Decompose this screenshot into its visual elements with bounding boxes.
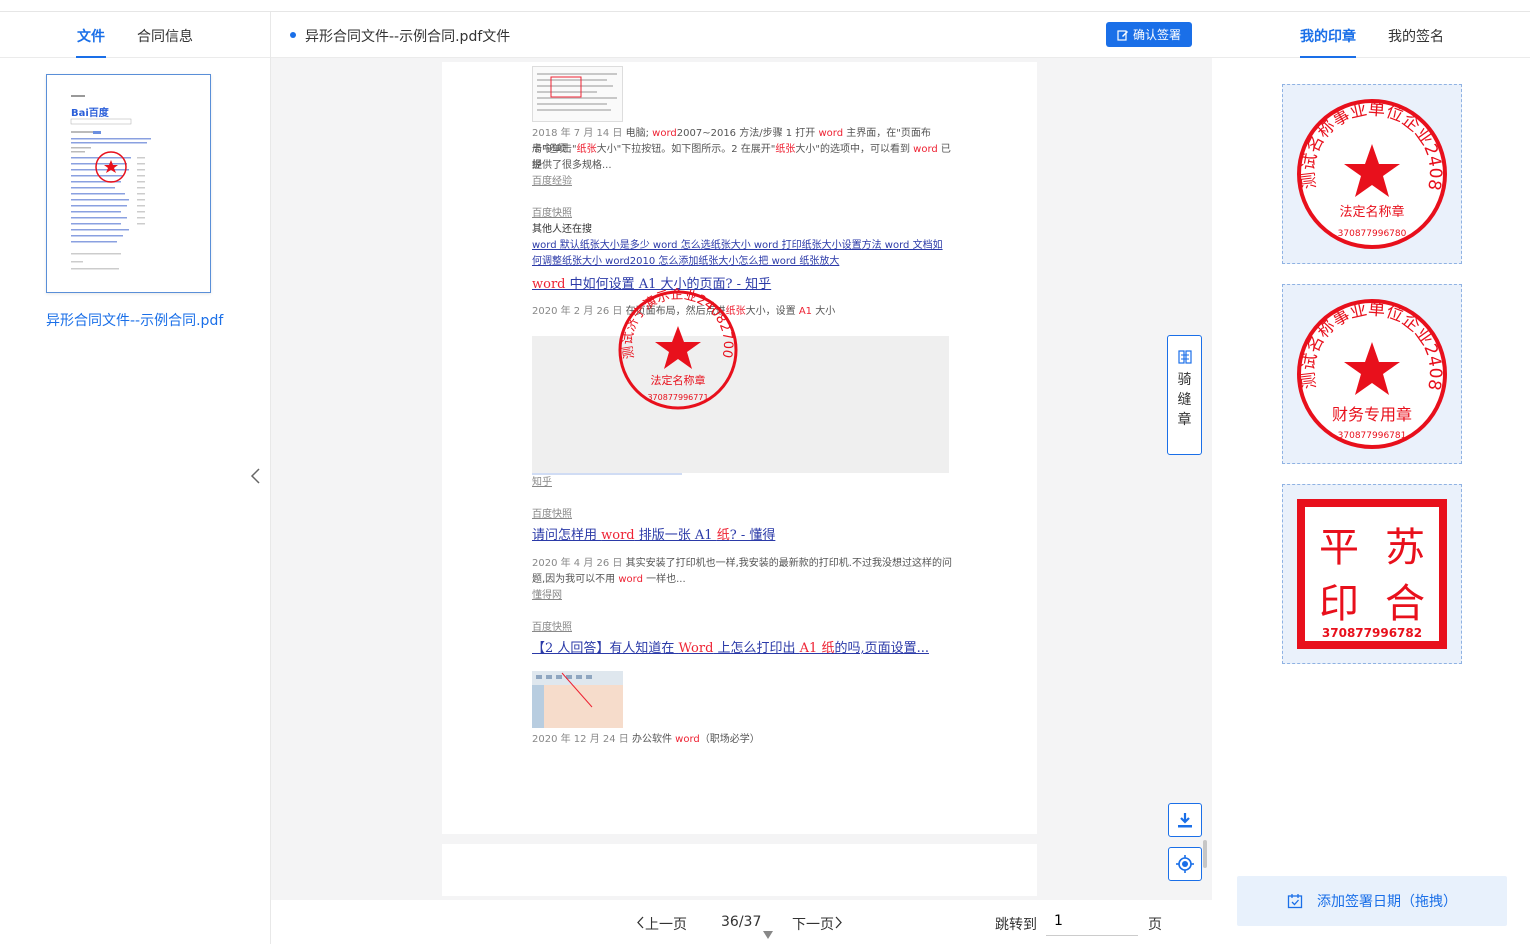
chevron-down-icon bbox=[763, 931, 773, 939]
seal-card-legal[interactable]: 测试名称事业单位企业2408270001 法定名称章 370877996780 bbox=[1282, 84, 1462, 264]
tab-contract-info[interactable]: 合同信息 bbox=[137, 26, 193, 46]
download-icon bbox=[1178, 813, 1192, 828]
result-dongde-snippet-2: 题,因为我可以不用 word 一样也... bbox=[532, 574, 686, 585]
result-word-a1-snippet: 2020 年 12 月 24 日 办公软件 word（职场必学） bbox=[532, 734, 760, 745]
finance-seal-number: 370877996781 bbox=[1338, 431, 1407, 441]
result-dongde-source[interactable]: 懂得网 bbox=[532, 588, 562, 604]
locate-icon bbox=[1176, 855, 1194, 873]
personal-seal-image: 苏 平 合 印 370877996782 bbox=[1297, 499, 1447, 649]
seal-panel-tabs: 我的印章 我的签名 bbox=[1212, 12, 1530, 58]
seal-card-personal[interactable]: 苏 平 合 印 370877996782 bbox=[1282, 484, 1462, 664]
next-page-label: 下一页 bbox=[792, 917, 834, 933]
next-document-page[interactable] bbox=[442, 844, 1037, 896]
result-title-dongde[interactable]: 请问怎样用 word 排版一张 A1 纸? - 懂得 bbox=[532, 528, 775, 544]
legal-seal-number: 370877996780 bbox=[1338, 229, 1407, 239]
finance-seal-image: 测试名称事业单位企业2408270001 财务专用章 370877996781 bbox=[1294, 296, 1447, 449]
riding-seal-char-2: 缝 bbox=[1177, 392, 1192, 408]
page-unit-label: 页 bbox=[1148, 917, 1162, 933]
riding-seal-button[interactable]: 骑 缝 章 bbox=[1167, 335, 1202, 455]
next-page-button[interactable]: 下一页 bbox=[792, 914, 843, 934]
result-title-word-a1[interactable]: 【2 人回答】有人知道在 Word 上怎么打印出 A1 纸的吗,页面设置... bbox=[532, 641, 929, 657]
collapse-toggle[interactable] bbox=[757, 918, 779, 944]
confirm-sign-label: 确认签署 bbox=[1132, 28, 1181, 42]
locate-button[interactable] bbox=[1168, 847, 1202, 881]
edit-icon bbox=[1117, 29, 1128, 41]
file-name[interactable]: 异形合同文件--示例合同.pdf bbox=[46, 310, 223, 330]
placed-seal-stamp[interactable]: 测试济宁演示企业2408270001 法定名称章 370877996771 bbox=[616, 288, 740, 412]
file-panel: 文件 合同信息 Bai百度 异形合同文件--示例合同.pdf bbox=[0, 12, 271, 944]
prev-file-arrow[interactable] bbox=[249, 466, 261, 490]
jump-page-input[interactable] bbox=[1046, 906, 1138, 936]
personal-seal-char-4: 印 bbox=[1319, 581, 1359, 627]
snippet-1-line-3: 提供了很多规格... bbox=[532, 160, 612, 171]
riding-seal-char-1: 骑 bbox=[1177, 372, 1192, 388]
viewer-header: 异形合同文件--示例合同.pdf文件 确认签署 bbox=[271, 12, 1212, 58]
add-sign-date-button[interactable]: 添加签署日期（拖拽） bbox=[1237, 876, 1507, 926]
chevron-right-icon bbox=[835, 916, 842, 929]
jump-to-label: 跳转到 bbox=[995, 917, 1037, 933]
chevron-left-icon bbox=[250, 468, 260, 484]
tab-underline bbox=[76, 56, 106, 58]
prev-page-label: 上一页 bbox=[645, 917, 687, 933]
personal-seal-char-1: 苏 bbox=[1385, 525, 1425, 571]
riding-seal-char-3: 章 bbox=[1177, 412, 1192, 428]
tab-my-signatures[interactable]: 我的签名 bbox=[1388, 26, 1444, 46]
prev-page-button[interactable]: 上一页 bbox=[636, 914, 687, 934]
document-page[interactable]: 2018 年 7 月 14 日 电脑; word2007~2016 方法/步骤 … bbox=[442, 62, 1037, 834]
document-title: 异形合同文件--示例合同.pdf文件 bbox=[305, 29, 511, 45]
viewer-scrollbar[interactable] bbox=[1203, 840, 1207, 868]
tab-files[interactable]: 文件 bbox=[77, 26, 105, 46]
seal-panel: 我的印章 我的签名 测试名称事业单位企业2408270001 法定名称章 370… bbox=[1212, 12, 1530, 944]
seal-card-finance[interactable]: 测试名称事业单位企业2408270001 财务专用章 370877996781 bbox=[1282, 284, 1462, 464]
tab-my-seals[interactable]: 我的印章 bbox=[1300, 26, 1356, 46]
article-image-3 bbox=[532, 671, 623, 728]
thumb-brand: Bai百度 bbox=[71, 106, 110, 119]
image-caption-bar bbox=[532, 473, 682, 475]
article-image-1 bbox=[532, 66, 623, 122]
related-searches-line-1[interactable]: word 默认纸张大小是多少 word 怎么选纸张大小 word 打印纸张大小设… bbox=[532, 238, 952, 254]
download-button[interactable] bbox=[1168, 803, 1202, 837]
snippet-1-source[interactable]: 百度经验 bbox=[532, 174, 572, 190]
placed-seal-number: 370877996771 bbox=[647, 393, 708, 402]
finance-seal-center-text: 财务专用章 bbox=[1332, 405, 1412, 424]
snapshot-link-1[interactable]: 百度快照 bbox=[532, 206, 572, 222]
chevron-left-icon bbox=[637, 916, 644, 929]
riding-seal-icon bbox=[1177, 350, 1192, 364]
related-searches-line-2[interactable]: 何调整纸张大小 word2010 怎么添加纸张大小怎么把 word 纸张放大 bbox=[532, 254, 952, 270]
page-thumbnail[interactable]: Bai百度 bbox=[46, 74, 211, 293]
article-image-2 bbox=[532, 336, 949, 473]
result-zhihu-snippet: 2020 年 2 月 26 日 在页面布局，然后点进纸张大小，设置 A1 大小 bbox=[532, 306, 836, 317]
snapshot-link-2[interactable]: 百度快照 bbox=[532, 507, 572, 523]
page-indicator: 36/37 bbox=[721, 914, 762, 930]
personal-seal-char-2: 平 bbox=[1319, 525, 1359, 571]
result-zhihu-source[interactable]: 知乎 bbox=[532, 475, 552, 491]
placed-seal-center-text: 法定名称章 bbox=[651, 373, 706, 387]
result-dongde-snippet-1: 2020 年 4 月 26 日 其实安装了打印机也一样,我安装的最新款的打印机.… bbox=[532, 558, 952, 569]
add-sign-date-label: 添加签署日期（拖拽） bbox=[1317, 894, 1457, 910]
tab-underline bbox=[1300, 56, 1356, 58]
active-dot bbox=[290, 32, 296, 38]
legal-seal-center-text: 法定名称章 bbox=[1339, 204, 1404, 220]
legal-seal-image: 测试名称事业单位企业2408270001 法定名称章 370877996780 bbox=[1294, 96, 1447, 249]
pagination-bar: 上一页 36/37 下一页 跳转到 页 bbox=[271, 900, 1212, 944]
calendar-check-icon bbox=[1287, 894, 1303, 909]
snapshot-link-3[interactable]: 百度快照 bbox=[532, 620, 572, 636]
personal-seal-number: 370877996782 bbox=[1322, 626, 1422, 640]
document-viewer: 异形合同文件--示例合同.pdf文件 确认签署 2018 年 7 月 14 日 … bbox=[250, 12, 1230, 944]
others-searching-title: 其他人还在搜 bbox=[532, 224, 592, 235]
confirm-sign-button[interactable]: 确认签署 bbox=[1106, 22, 1192, 47]
personal-seal-char-3: 合 bbox=[1385, 581, 1425, 627]
top-border bbox=[0, 0, 1530, 12]
file-panel-tabs: 文件 合同信息 bbox=[0, 12, 270, 58]
